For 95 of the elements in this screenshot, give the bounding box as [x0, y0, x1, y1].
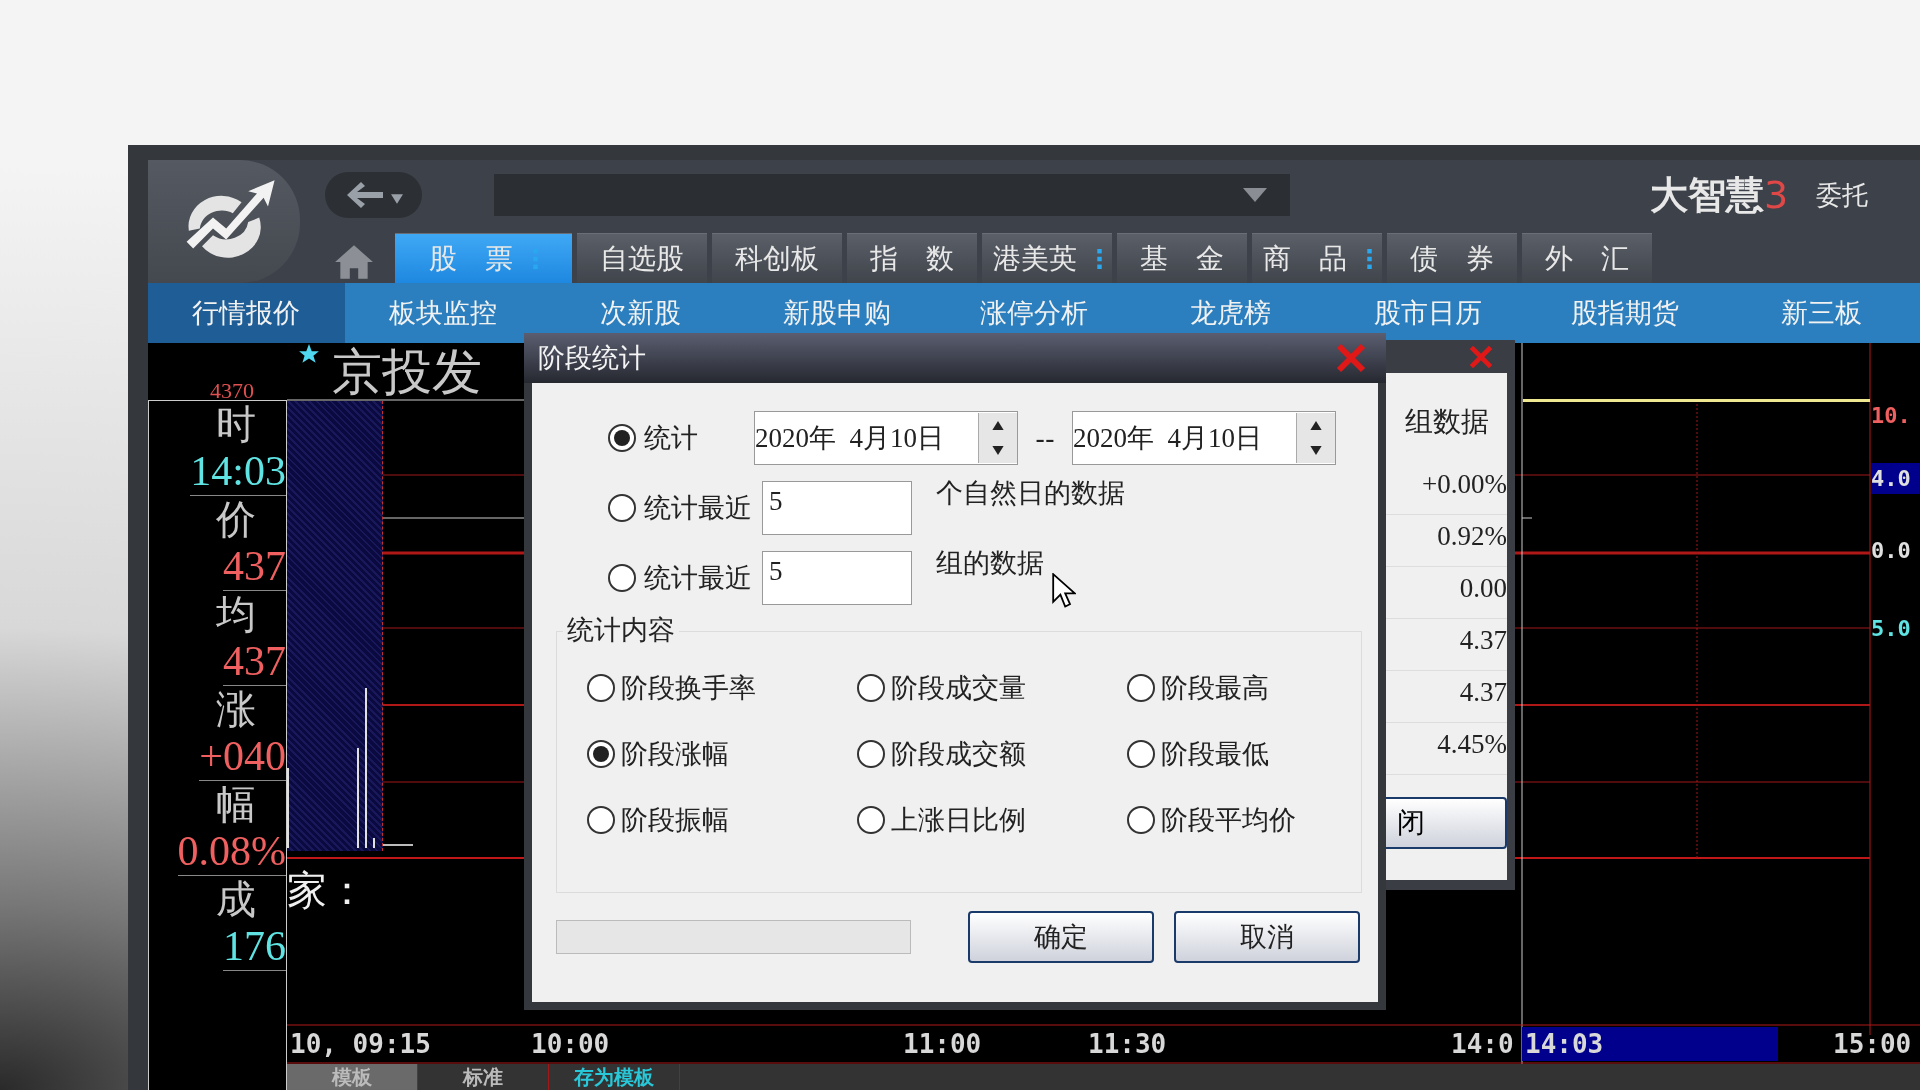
time-axis-label: 14:03 [1522, 1027, 1778, 1061]
price-label: 4370 [210, 381, 254, 401]
option-label: 阶段平均价 [1161, 803, 1296, 837]
more-dots-icon[interactable] [1366, 248, 1372, 269]
more-dots-icon[interactable] [1096, 248, 1102, 269]
radio-button[interactable] [587, 740, 615, 768]
time-axis-label: 11:30 [1087, 1028, 1168, 1061]
time-axis-label: 15:00 [1832, 1028, 1913, 1061]
info-label: 成 [216, 876, 257, 923]
time-axis-label: 10:00 [530, 1028, 611, 1061]
tab-label: 标准 [463, 1065, 503, 1089]
sub-nav-tab[interactable]: 行情报价 [148, 283, 345, 343]
option-label: 阶段成交量 [891, 671, 1026, 705]
radio-button[interactable] [608, 424, 636, 452]
template-tab[interactable]: 标准 [418, 1064, 549, 1090]
tab-label: 存为模板 [574, 1065, 654, 1089]
time-axis-label: 11:00 [902, 1028, 983, 1061]
info-label: 价 [216, 496, 257, 543]
info-label: 涨 [216, 686, 257, 733]
info-label: 幅 [216, 781, 257, 828]
close-icon[interactable] [1336, 343, 1366, 373]
option-label: 阶段振幅 [621, 803, 729, 837]
nav-tab[interactable]: 港美英 [982, 233, 1112, 283]
date-field[interactable]: 2020年 4月10日 [1072, 411, 1336, 465]
sub-nav-tab[interactable]: 股指期货 [1526, 283, 1724, 343]
radio-button[interactable] [587, 674, 615, 702]
caret-icon[interactable] [390, 194, 403, 204]
option-suffix: 组的数据 [936, 546, 1044, 580]
back-button[interactable] [325, 172, 422, 218]
info-value: 437 [223, 543, 286, 591]
info-value: +040 [199, 733, 286, 781]
brand-number: 3 [1764, 173, 1789, 217]
mouse-cursor-icon [1052, 573, 1076, 609]
stock-name: 京投发 [332, 343, 482, 403]
search-combo-field[interactable] [494, 174, 1290, 216]
sub-nav-tab[interactable]: 板块监控 [344, 283, 542, 343]
number-field[interactable]: 5 [762, 551, 912, 605]
option-label: 阶段最低 [1161, 737, 1269, 771]
radio-button[interactable] [857, 674, 885, 702]
axis-label: 5.0 [1871, 616, 1911, 641]
time-axis-label: 10, 09:15 [289, 1028, 432, 1061]
radio-button[interactable] [608, 564, 636, 592]
spinner-icon[interactable] [978, 413, 1017, 463]
axis-label: 10. [1871, 403, 1911, 428]
radio-button[interactable] [1127, 674, 1155, 702]
option-label: 统计最近 [644, 491, 753, 525]
result-heading: 组数据 [1405, 404, 1489, 440]
option-label: 阶段最高 [1161, 671, 1269, 705]
trade-link[interactable]: 委托 [1816, 177, 1869, 213]
option-label: 阶段成交额 [891, 737, 1026, 771]
nav-tab[interactable]: 指 数 [847, 233, 977, 283]
radio-button[interactable] [857, 806, 885, 834]
info-value: 14:03 [190, 448, 286, 496]
info-label: 时 [216, 401, 257, 448]
radio-button[interactable] [1127, 806, 1155, 834]
nav-tab[interactable]: 商 品 [1252, 233, 1382, 283]
star-icon[interactable] [298, 343, 320, 365]
radio-button[interactable] [857, 740, 885, 768]
info-value: 0.08% [177, 828, 286, 876]
option-suffix: 个自然日的数据 [936, 476, 1125, 510]
tab-label: 模板 [332, 1065, 372, 1089]
chart-label: 家： [287, 866, 367, 915]
range-separator: -- [1034, 422, 1056, 454]
option-label: 上涨日比例 [891, 803, 1026, 837]
radio-button[interactable] [608, 494, 636, 522]
brand-name: 大智慧 [1650, 171, 1764, 219]
nav-tab[interactable]: 基 金 [1117, 233, 1247, 283]
home-icon[interactable] [333, 243, 375, 281]
info-label: 均 [216, 591, 257, 638]
radio-button[interactable] [587, 806, 615, 834]
sub-nav-tab[interactable]: 股市日历 [1329, 283, 1527, 343]
axis-label: 4.0 [1871, 466, 1911, 491]
template-tab[interactable]: 存为模板 [549, 1064, 680, 1090]
cancel-button[interactable]: 取消 [1174, 911, 1360, 963]
dialog-title: 阶段统计 [538, 341, 646, 375]
date-field[interactable]: 2020年 4月10日 [754, 411, 1018, 465]
option-label: 阶段涨幅 [621, 737, 729, 771]
nav-tab[interactable]: 科创板 [712, 233, 842, 283]
radio-button[interactable] [1127, 740, 1155, 768]
info-value: 437 [223, 638, 286, 686]
time-axis-label: 14:0 [1450, 1028, 1515, 1061]
more-dots-icon[interactable] [533, 248, 538, 269]
sub-nav-tab[interactable]: 新三板 [1723, 283, 1920, 343]
number-field[interactable]: 5 [762, 481, 912, 535]
info-value: 176 [223, 923, 286, 971]
option-label: 阶段换手率 [621, 671, 756, 705]
axis-label: 0.0 [1871, 538, 1911, 563]
nav-tab[interactable]: 外 汇 [1522, 233, 1652, 283]
dropdown-caret-icon[interactable] [1242, 188, 1268, 202]
spinner-icon[interactable] [1296, 413, 1335, 463]
option-label: 统计 [644, 421, 699, 455]
nav-tab[interactable]: 债 券 [1387, 233, 1517, 283]
option-label: 统计最近 [644, 561, 753, 595]
nav-tab[interactable]: 自选股 [577, 233, 707, 283]
ok-button[interactable]: 确定 [968, 911, 1154, 963]
